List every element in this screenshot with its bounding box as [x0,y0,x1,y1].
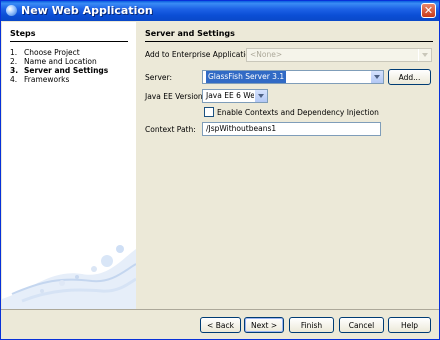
panel-divider [145,41,433,42]
javaee-version-label: Java EE Version: [145,92,206,101]
chevron-down-icon[interactable] [254,90,267,102]
next-button-label: Next > [251,321,278,330]
netbeans-icon [6,5,17,16]
footer-divider [1,309,439,310]
back-button[interactable]: < Back [200,317,241,333]
server-select[interactable]: GlassFish Server 3.1 [202,70,384,84]
step-item: 4. Frameworks [10,75,69,84]
step-item: 1. Choose Project [10,48,80,57]
server-value: GlassFish Server 3.1 [206,71,287,83]
steps-heading: Steps [10,29,36,38]
next-button[interactable]: Next > [244,317,284,333]
cancel-button[interactable]: Cancel [339,317,384,333]
context-path-label: Context Path: [145,125,196,134]
back-button-label: < Back [207,321,234,330]
step-number: 4. [10,75,18,84]
chevron-down-icon [418,49,431,61]
step-label: Frameworks [24,75,70,84]
add-server-button[interactable]: Add... [388,69,431,85]
close-icon: ✕ [423,4,434,17]
step-label: Choose Project [24,48,80,57]
dialog-window: New Web Application ✕ Steps 1. Choose Pro… [0,0,440,340]
help-button[interactable]: Help [388,317,431,333]
cdi-checkbox[interactable] [204,107,214,117]
context-path-value: /JspWithoutbeans1 [206,124,277,133]
cdi-checkbox-label[interactable]: Enable Contexts and Dependency Injection [217,108,379,117]
help-button-label: Help [400,321,419,330]
step-label: Name and Location [24,57,97,66]
step-label: Server and Settings [24,66,109,75]
step-number: 3. [10,66,19,75]
step-number: 2. [10,57,18,66]
chevron-down-icon[interactable] [370,71,383,83]
panel-heading: Server and Settings [145,29,235,38]
step-item-current: 3. Server and Settings [10,66,108,75]
cancel-button-label: Cancel [348,321,375,330]
steps-panel: Steps 1. Choose Project 2. Name and Locati… [2,22,136,309]
step-number: 1. [10,48,18,57]
title-bar[interactable]: New Web Application ✕ [1,1,439,21]
window-title: New Web Application [21,4,153,17]
steps-divider [10,41,128,42]
finish-button[interactable]: Finish [289,317,334,333]
finish-button-label: Finish [300,321,323,330]
enterprise-app-value: <None> [250,50,283,59]
close-button[interactable]: ✕ [421,3,436,18]
enterprise-app-label: Add to Enterprise Application: [145,50,258,59]
add-button-label: Add... [398,73,421,82]
context-path-input[interactable]: /JspWithoutbeans1 [202,122,381,136]
decorative-swirl-image [2,245,136,309]
server-label: Server: [145,73,172,82]
enterprise-app-select: <None> [246,48,432,62]
javaee-version-select[interactable]: Java EE 6 Web [202,89,268,103]
javaee-version-value: Java EE 6 Web [206,91,260,100]
step-item: 2. Name and Location [10,57,97,66]
